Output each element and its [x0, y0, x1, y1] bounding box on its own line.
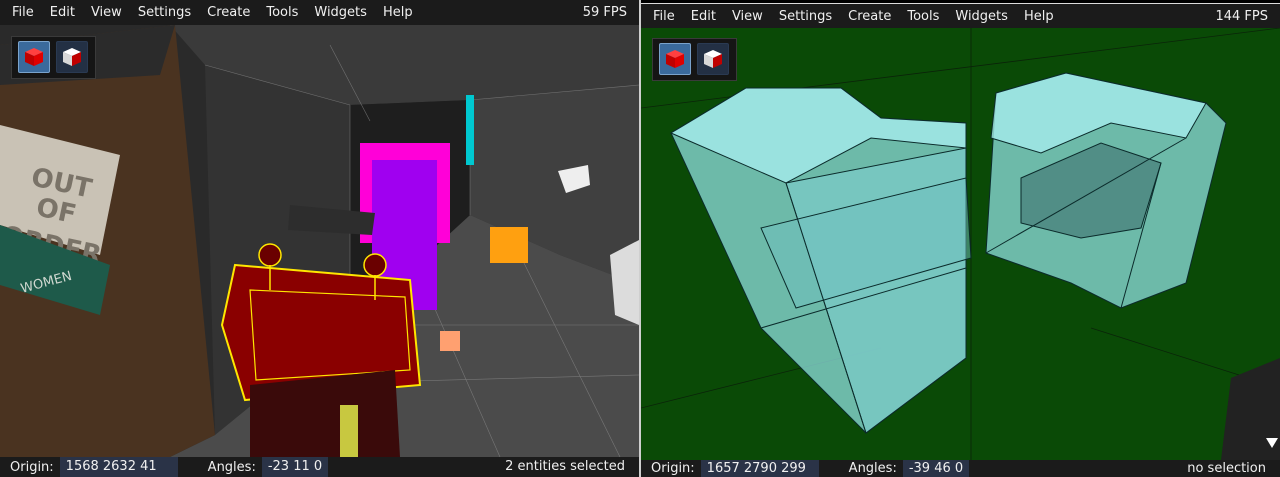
angles-label: Angles: [848, 461, 897, 476]
menu-file[interactable]: File [4, 0, 42, 25]
selection-status: 2 entities selected [505, 459, 625, 474]
menu-settings[interactable]: Settings [130, 0, 199, 25]
small-orange-entity[interactable] [440, 331, 460, 351]
right-menubar: File Edit View Settings Create Tools Wid… [641, 3, 1280, 28]
white-cube-icon [63, 48, 81, 66]
left-statusbar: Origin: 1568 2632 41 Angles: -23 11 0 2 … [0, 457, 639, 477]
menu-tools[interactable]: Tools [258, 0, 306, 25]
menu-widgets[interactable]: Widgets [306, 0, 375, 25]
menu-view[interactable]: View [724, 4, 771, 29]
brush-mode-button[interactable] [18, 41, 50, 73]
3d-viewport-wireframe[interactable] [641, 28, 1280, 460]
origin-value: 1568 2632 41 [59, 457, 178, 477]
white-cube-icon [704, 50, 722, 68]
menu-tools[interactable]: Tools [899, 4, 947, 29]
angles-label: Angles: [207, 459, 256, 475]
wireframe-scene[interactable] [641, 28, 1280, 460]
red-cube-icon [25, 48, 43, 66]
menu-widgets[interactable]: Widgets [947, 4, 1016, 29]
origin-label: Origin: [651, 461, 695, 476]
entity-mode-button[interactable] [697, 43, 729, 75]
fps-counter: 59 FPS [582, 5, 627, 20]
menu-edit[interactable]: Edit [683, 4, 724, 29]
brush-mode-button[interactable] [659, 43, 691, 75]
origin-value: 1657 2790 299 [700, 460, 819, 477]
menu-help[interactable]: Help [1016, 4, 1062, 29]
selection-status: no selection [1187, 461, 1266, 476]
foreground-entity [250, 370, 400, 457]
left-menubar: File Edit View Settings Create Tools Wid… [0, 0, 639, 25]
textured-scene[interactable]: OUT OF ORDER WOMEN [0, 25, 639, 457]
orange-entity-box[interactable] [490, 227, 528, 263]
cyan-light-strip [466, 95, 474, 165]
angles-value: -23 11 0 [261, 457, 328, 477]
entity-mode-button[interactable] [56, 41, 88, 73]
red-cube-icon [666, 50, 684, 68]
foreground-yellow-part [340, 405, 358, 457]
menu-file[interactable]: File [645, 4, 683, 29]
3d-viewport-textured[interactable]: OUT OF ORDER WOMEN [0, 25, 639, 457]
left-viewport-pane: File Edit View Settings Create Tools Wid… [0, 0, 639, 477]
fps-counter: 144 FPS [1215, 9, 1268, 24]
menu-help[interactable]: Help [375, 0, 421, 25]
menu-create[interactable]: Create [199, 0, 258, 25]
menu-settings[interactable]: Settings [771, 4, 840, 29]
origin-label: Origin: [10, 459, 54, 475]
menu-create[interactable]: Create [840, 4, 899, 29]
right-statusbar: Origin: 1657 2790 299 Angles: -39 46 0 n… [641, 460, 1280, 477]
right-viewport-pane: File Edit View Settings Create Tools Wid… [641, 0, 1280, 477]
mode-toolbox [11, 36, 96, 79]
menu-edit[interactable]: Edit [42, 0, 83, 25]
menu-view[interactable]: View [83, 0, 130, 25]
mode-toolbox [652, 38, 737, 81]
angles-value: -39 46 0 [902, 460, 969, 477]
